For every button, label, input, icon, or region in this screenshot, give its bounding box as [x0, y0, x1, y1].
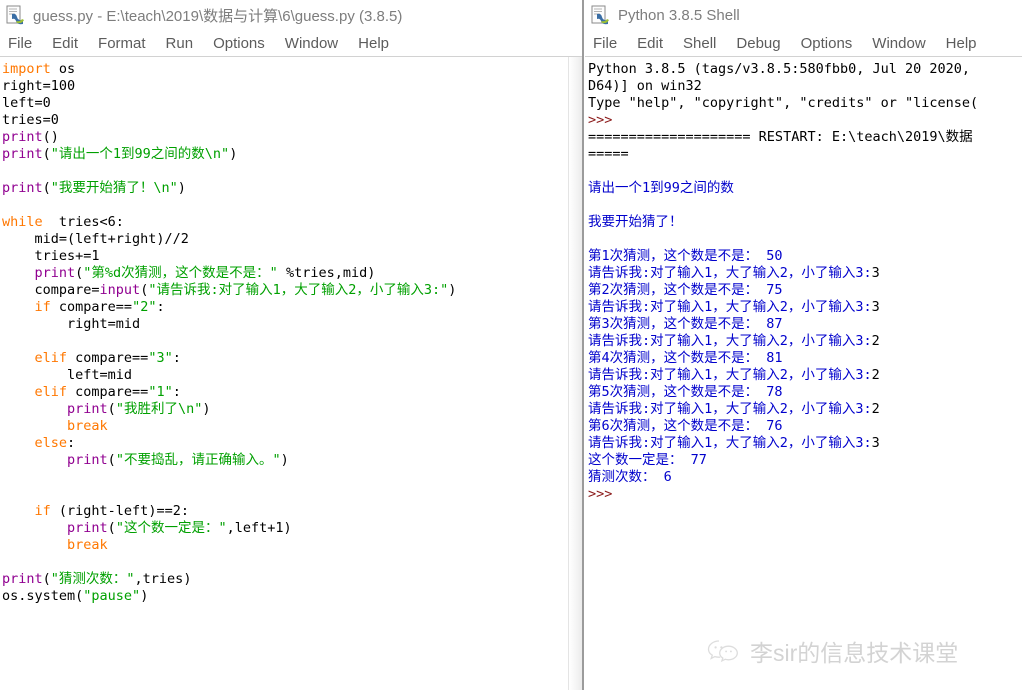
- shell-menu-edit[interactable]: Edit: [637, 35, 663, 52]
- code-text-area[interactable]: import os right=100 left=0 tries=0 print() pr…: [0, 57, 569, 690]
- shell-line: 第4次猜测，这个数是不是： 81: [588, 350, 783, 366]
- code-line: import os: [2, 61, 76, 77]
- window-divider: [582, 0, 584, 690]
- shell-line: 请告诉我:对了输入1，大了输入2，小了输入3:3: [588, 299, 880, 315]
- code-line: print("请出一个1到99之间的数\n"): [2, 146, 238, 162]
- code-line: break: [67, 418, 108, 434]
- shell-line: 请告诉我:对了输入1，大了输入2，小了输入3:2: [588, 333, 880, 349]
- shell-line: Type "help", "copyright", "credits" or "…: [588, 95, 979, 111]
- code-line: left=mid: [2, 367, 133, 383]
- shell-menu-help[interactable]: Help: [946, 35, 977, 52]
- shell-menu-debug[interactable]: Debug: [736, 35, 780, 52]
- shell-title: Python 3.8.5 Shell: [618, 6, 740, 24]
- editor-vertical-scrollbar[interactable]: [568, 57, 583, 690]
- code-line: if (right-left)==2:: [34, 503, 189, 519]
- shell-line: 第2次猜测，这个数是不是： 75: [588, 282, 783, 298]
- code-line: if compare=="2":: [34, 299, 165, 315]
- screen: guess.py - E:\teach\2019\数据与计算\6\guess.p…: [0, 0, 1022, 690]
- shell-line: 我要开始猜了！: [588, 214, 683, 230]
- shell-menu-file[interactable]: File: [593, 35, 617, 52]
- shell-line: >>>: [588, 486, 613, 502]
- watermark: 李sir的信息技术课堂: [707, 634, 958, 668]
- shell-line: 请告诉我:对了输入1，大了输入2，小了输入3:3: [588, 265, 880, 281]
- code-line: print("第%d次猜测，这个数是不是：" %tries,mid): [34, 265, 376, 281]
- editor-menubar[interactable]: File Edit Format Run Options Window Help: [0, 30, 583, 57]
- code-line: compare=input("请告诉我:对了输入1，大了输入2，小了输入3:"): [2, 282, 457, 298]
- shell-line: 第5次猜测，这个数是不是： 78: [588, 384, 783, 400]
- code-line: while tries<6:: [2, 214, 124, 230]
- code-line: right=mid: [2, 316, 141, 332]
- shell-menu-shell[interactable]: Shell: [683, 35, 716, 52]
- shell-menubar[interactable]: File Edit Shell Debug Options Window Help: [585, 30, 1022, 57]
- code-line: elif compare=="1":: [34, 384, 181, 400]
- editor-body[interactable]: import os right=100 left=0 tries=0 print() pr…: [0, 57, 583, 690]
- code-line: print("猜测次数：",tries): [2, 571, 192, 587]
- code-line: else:: [34, 435, 76, 451]
- watermark-text: 李sir的信息技术课堂: [750, 640, 959, 666]
- shell-line: ==================== RESTART: E:\teach\2…: [588, 129, 973, 145]
- editor-menu-window[interactable]: Window: [285, 35, 338, 52]
- editor-title: guess.py - E:\teach\2019\数据与计算\6\guess.p…: [33, 7, 403, 25]
- code-line: left=0: [2, 95, 51, 111]
- code-line: print(): [2, 129, 59, 145]
- editor-menu-help[interactable]: Help: [358, 35, 389, 52]
- editor-menu-file[interactable]: File: [8, 35, 32, 52]
- shell-menu-options[interactable]: Options: [801, 35, 853, 52]
- shell-line: 请告诉我:对了输入1，大了输入2，小了输入3:2: [588, 401, 880, 417]
- shell-line: 第1次猜测，这个数是不是： 50: [588, 248, 783, 264]
- code-line: print("我胜利了\n"): [67, 401, 211, 417]
- code-line: tries=0: [2, 112, 59, 128]
- shell-line: 请告诉我:对了输入1，大了输入2，小了输入3:3: [588, 435, 880, 451]
- python-shell-icon: [591, 5, 611, 25]
- editor-menu-format[interactable]: Format: [98, 35, 146, 52]
- shell-line: 这个数一定是： 77: [588, 452, 707, 468]
- editor-menu-options[interactable]: Options: [213, 35, 265, 52]
- code-line: os.system("pause"): [2, 588, 149, 604]
- shell-line: 第6次猜测，这个数是不是： 76: [588, 418, 783, 434]
- code-line: break: [67, 537, 108, 553]
- shell-line: 第3次猜测，这个数是不是： 87: [588, 316, 783, 332]
- code-line: print("不要捣乱，请正确输入。"): [67, 452, 289, 468]
- python-file-icon: [6, 5, 26, 25]
- shell-line: D64)] on win32: [588, 78, 702, 94]
- editor-titlebar: guess.py - E:\teach\2019\数据与计算\6\guess.p…: [0, 0, 583, 30]
- code-line: right=100: [2, 78, 76, 94]
- shell-line: 请出一个1到99之间的数: [588, 180, 734, 196]
- editor-menu-run[interactable]: Run: [166, 35, 194, 52]
- code-line: tries+=1: [2, 248, 100, 264]
- shell-body[interactable]: Python 3.8.5 (tags/v3.8.5:580fbb0, Jul 2…: [585, 57, 1022, 690]
- code-line: mid=(left+right)//2: [2, 231, 189, 247]
- shell-titlebar: Python 3.8.5 Shell: [585, 0, 1022, 30]
- code-line: print("我要开始猜了！\n"): [2, 180, 186, 196]
- shell-line: 猜测次数： 6: [588, 469, 672, 485]
- shell-line: >>>: [588, 112, 613, 128]
- python-shell-window: Python 3.8.5 Shell File Edit Shell Debug Opt…: [585, 0, 1022, 690]
- shell-line: Python 3.8.5 (tags/v3.8.5:580fbb0, Jul 2…: [588, 61, 971, 77]
- idle-editor-window: guess.py - E:\teach\2019\数据与计算\6\guess.p…: [0, 0, 583, 690]
- shell-menu-window[interactable]: Window: [872, 35, 925, 52]
- code-line: print("这个数一定是：",left+1): [67, 520, 292, 536]
- editor-menu-edit[interactable]: Edit: [52, 35, 78, 52]
- shell-line: 请告诉我:对了输入1，大了输入2，小了输入3:2: [588, 367, 880, 383]
- shell-output-text[interactable]: Python 3.8.5 (tags/v3.8.5:580fbb0, Jul 2…: [585, 57, 1022, 690]
- wechat-icon: [707, 638, 741, 664]
- code-line: elif compare=="3":: [34, 350, 181, 366]
- shell-line: =====: [588, 146, 629, 162]
